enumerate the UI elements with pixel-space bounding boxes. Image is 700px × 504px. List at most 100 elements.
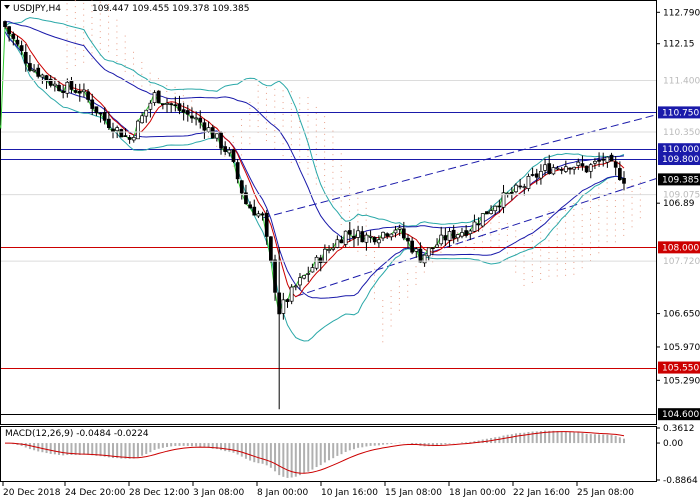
cloud-dot xyxy=(590,225,591,226)
cloud-dot xyxy=(324,169,325,170)
cloud-dot xyxy=(67,21,68,22)
cloud-dot xyxy=(175,93,176,94)
cloud-dot xyxy=(91,23,92,24)
candle-bear xyxy=(361,232,364,242)
cloud-dot xyxy=(557,234,558,235)
cloud-dot xyxy=(374,286,375,287)
cloud-dot xyxy=(573,274,574,275)
cloud-dot xyxy=(316,142,317,143)
candle-bear xyxy=(598,160,601,161)
time-label: 22 Jan 16:00 xyxy=(513,488,570,498)
chart-window[interactable]: USDJPY,H4 109.447 109.455 109.378 109.38… xyxy=(0,0,700,500)
cloud-dot xyxy=(307,174,308,175)
cloud-dot xyxy=(366,255,367,256)
cloud-dot xyxy=(125,47,126,48)
candle-bear xyxy=(182,110,185,113)
cloud-dot xyxy=(582,214,583,215)
cloud-dot xyxy=(440,246,441,247)
macd-label: MACD(12,26,9) -0.0484 -0.0224 xyxy=(5,429,149,439)
candle-bull xyxy=(382,232,385,238)
cloud-dot xyxy=(341,212,342,213)
price-chart[interactable]: USDJPY,H4 109.447 109.455 109.378 109.38… xyxy=(0,0,700,500)
cloud-dot xyxy=(640,205,641,206)
cloud-dot xyxy=(557,264,558,265)
cloud-dot xyxy=(341,183,342,184)
cloud-dot xyxy=(557,228,558,229)
candle-bear xyxy=(452,230,455,238)
candle-bear xyxy=(12,34,15,38)
cloud-dot xyxy=(598,223,599,224)
cloud-dot xyxy=(632,191,633,192)
horizontal-levels[interactable] xyxy=(1,113,656,415)
cloud-dot xyxy=(274,118,275,119)
cloud-dot xyxy=(324,157,325,158)
cloud-dot xyxy=(316,154,317,155)
cloud-dot xyxy=(83,32,84,33)
cloud-dot xyxy=(632,220,633,221)
cloud-dot xyxy=(291,91,292,92)
cloud-dot xyxy=(316,125,317,126)
cloud-dot xyxy=(125,59,126,60)
cloud-dot xyxy=(332,160,333,161)
cloud-dot xyxy=(100,37,101,38)
candle-bear xyxy=(265,213,268,236)
cloud-dot xyxy=(332,166,333,167)
cloud-dot xyxy=(324,175,325,176)
cloud-dot xyxy=(374,275,375,276)
candle-bull xyxy=(589,165,592,172)
candle-bear xyxy=(274,260,277,292)
candle-bear xyxy=(411,241,414,252)
candle-bull xyxy=(132,137,135,140)
cloud-dot xyxy=(75,18,76,19)
candle-bear xyxy=(568,168,571,169)
cloud-dot xyxy=(382,335,383,336)
candle-bull xyxy=(448,231,451,240)
candle-bear xyxy=(8,27,11,34)
cloud-dot xyxy=(640,176,641,177)
cloud-dot xyxy=(133,58,134,59)
cloud-dot xyxy=(499,222,500,223)
cloud-dot xyxy=(548,264,549,265)
cloud-dot xyxy=(515,248,516,249)
cloud-dot xyxy=(615,188,616,189)
cloud-dot xyxy=(266,140,267,141)
cloud-dot xyxy=(75,65,76,66)
cloud-dot xyxy=(150,73,151,74)
price-tag-label: 110.750 xyxy=(662,108,699,118)
cloud-dot xyxy=(332,137,333,138)
cloud-dot xyxy=(573,238,574,239)
cloud-dot xyxy=(307,115,308,116)
cloud-dot xyxy=(116,61,117,62)
cloud-dot xyxy=(507,229,508,230)
cloud-dot xyxy=(374,251,375,252)
price-label: 112.15 xyxy=(663,40,695,50)
cloud-dot xyxy=(524,279,525,280)
candle-bull xyxy=(573,167,576,169)
candle-bear xyxy=(618,168,621,179)
cloud-dot xyxy=(116,31,117,32)
cloud-dot xyxy=(299,156,300,157)
cloud-dot xyxy=(474,249,475,250)
dropdown-arrow-icon[interactable] xyxy=(4,5,10,9)
cloud-dot xyxy=(598,252,599,253)
candle-bear xyxy=(610,155,613,161)
cloud-dot xyxy=(357,204,358,205)
price-tag-label: 105.550 xyxy=(662,364,699,374)
trend-channel-lines[interactable] xyxy=(263,115,656,297)
candle-bull xyxy=(53,84,56,86)
cloud-dot xyxy=(332,154,333,155)
candle-bear xyxy=(431,248,434,249)
cloud-dot xyxy=(299,162,300,163)
cloud-dot xyxy=(391,325,392,326)
cloud-dot xyxy=(133,75,134,76)
candle-bear xyxy=(220,133,223,148)
cloud-dot xyxy=(83,3,84,4)
cloud-dot xyxy=(623,223,624,224)
cloud-dot xyxy=(573,244,574,245)
cloud-dot xyxy=(598,235,599,236)
cloud-dot xyxy=(183,95,184,96)
cloud-dot xyxy=(515,236,516,237)
candle-bull xyxy=(149,103,152,109)
cloud-dot xyxy=(332,195,333,196)
faded-price-label: 111.400 xyxy=(663,77,700,87)
